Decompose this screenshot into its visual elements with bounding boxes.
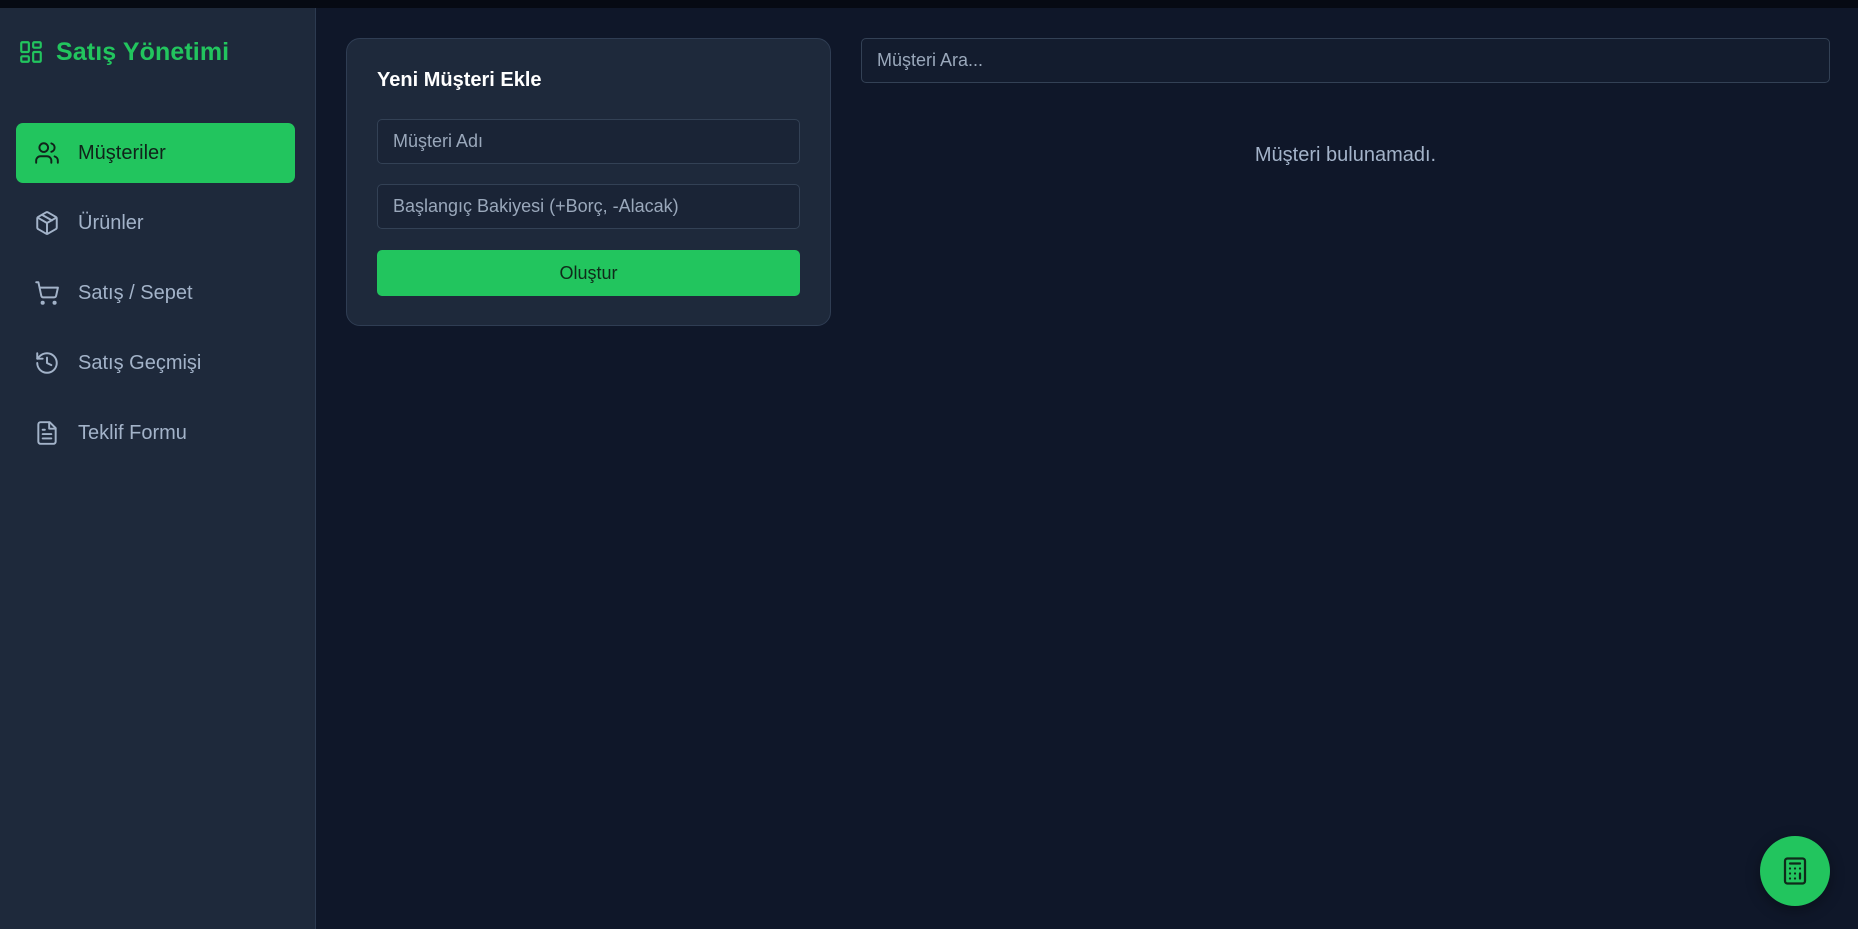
sidebar-item-label: Teklif Formu: [78, 421, 187, 444]
history-icon: [36, 352, 58, 374]
empty-state-message: Müşteri bulunamadı.: [1254, 144, 1437, 166]
main-content: Yeni Müşteri Ekle Oluştur Müşteri buluna…: [317, 8, 1858, 929]
customer-search-input[interactable]: [861, 38, 1830, 83]
sidebar-nav: Müşteriler Ürünler Satış / Sepet Satış G…: [16, 123, 295, 473]
users-icon: [35, 142, 59, 164]
initial-balance-input[interactable]: [377, 184, 800, 229]
create-button[interactable]: Oluştur: [377, 250, 800, 296]
card-title: Yeni Müşteri Ekle: [377, 69, 542, 91]
new-customer-card: Yeni Müşteri Ekle Oluştur: [346, 38, 831, 326]
window-top-bar: [0, 0, 1858, 8]
customer-name-input[interactable]: [377, 119, 800, 164]
document-icon: [37, 421, 57, 445]
package-icon: [36, 211, 58, 235]
sidebar-item-label: Müşteriler: [78, 141, 166, 164]
calculator-icon: [1783, 857, 1807, 885]
dashboard-icon: [20, 41, 42, 63]
calculator-button[interactable]: [1760, 836, 1830, 906]
sidebar-item-products[interactable]: Ürünler: [16, 193, 295, 253]
brand[interactable]: Satış Yönetimi: [18, 32, 229, 72]
sidebar-item-label: Ürünler: [78, 211, 144, 234]
sidebar-item-quote-form[interactable]: Teklif Formu: [16, 403, 295, 463]
sidebar-item-cart[interactable]: Satış / Sepet: [16, 263, 295, 323]
sidebar-item-label: Satış Geçmişi: [78, 351, 202, 374]
app-title: Satış Yönetimi: [56, 37, 230, 66]
sidebar: Satış Yönetimi Müşteriler Ürünler Satış …: [0, 8, 316, 929]
cart-icon: [35, 281, 59, 305]
sidebar-item-customers[interactable]: Müşteriler: [16, 123, 295, 183]
sidebar-item-label: Satış / Sepet: [78, 281, 193, 304]
sidebar-item-sales-history[interactable]: Satış Geçmişi: [16, 333, 295, 393]
